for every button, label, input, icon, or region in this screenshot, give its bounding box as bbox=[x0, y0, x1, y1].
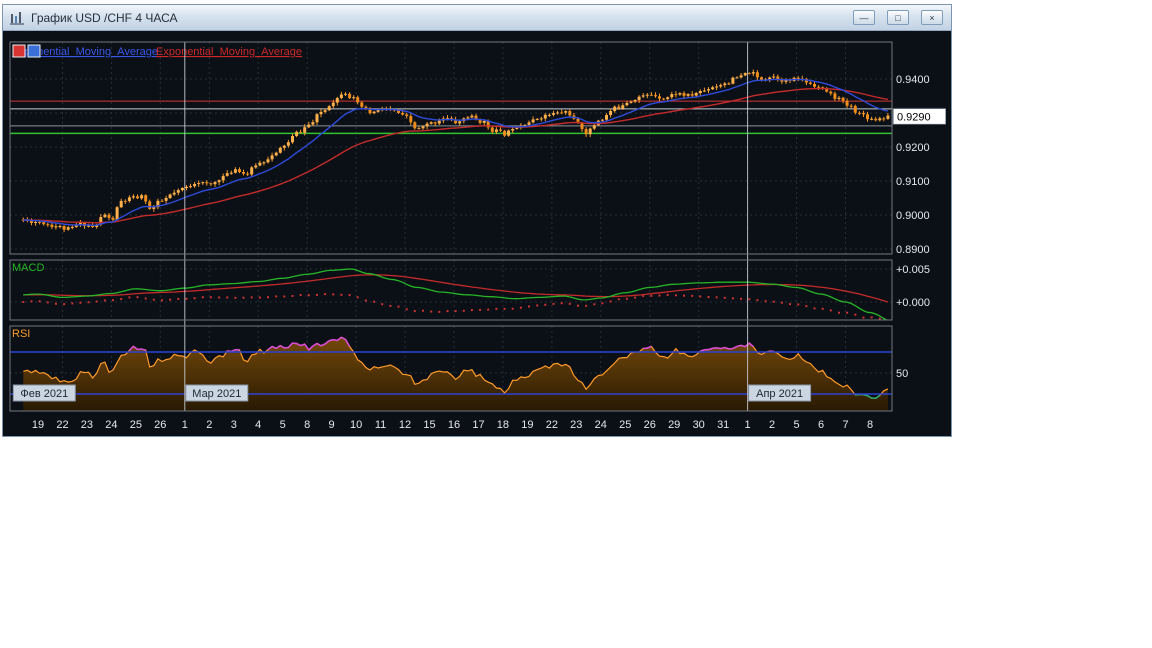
x-tick-label: 9 bbox=[329, 419, 335, 431]
x-tick-label: 31 bbox=[717, 419, 729, 431]
x-tick-label: 18 bbox=[497, 419, 509, 431]
chart-client-area: Exponential_Moving_Average Exponential_Mo… bbox=[3, 31, 951, 436]
minimize-button[interactable]: — bbox=[853, 10, 875, 25]
rsi-axis-label: 50 bbox=[896, 368, 908, 380]
window-controls: — □ × bbox=[853, 10, 943, 25]
close-button[interactable]: × bbox=[921, 10, 943, 25]
macd-label: MACD bbox=[12, 262, 44, 274]
x-tick-label: 4 bbox=[255, 419, 261, 431]
chart-window: График USD /CHF 4 ЧАСА — □ × Exponential… bbox=[2, 4, 952, 437]
rsi-label: RSI bbox=[12, 328, 30, 340]
price-axis-label: 0.9200 bbox=[896, 142, 930, 154]
x-axis: 19 22 23 24 25 26 1 2 3 4 5 8 9 10 11 12 15 16 17 18 19 22 23 2… bbox=[32, 419, 873, 431]
macd-axis-label: +0.000 bbox=[896, 297, 930, 309]
x-tick-label: 26 bbox=[644, 419, 656, 431]
legend-ema-red-label: Exponential_Moving_Average bbox=[156, 46, 302, 58]
x-tick-label: 26 bbox=[154, 419, 166, 431]
x-tick-label: 24 bbox=[105, 419, 117, 431]
x-tick-label: 8 bbox=[304, 419, 310, 431]
ema-blue-swatch-button[interactable] bbox=[27, 44, 41, 58]
x-tick-label: 15 bbox=[423, 419, 435, 431]
indicator-legend: Exponential_Moving_AverageExponential_Mo… bbox=[12, 44, 302, 58]
x-tick-label: 2 bbox=[206, 419, 212, 431]
titlebar[interactable]: График USD /CHF 4 ЧАСА — □ × bbox=[3, 5, 951, 31]
month-label: Апр 2021 bbox=[756, 388, 803, 400]
price-axis-label: 0.8900 bbox=[896, 244, 930, 256]
month-label: Мар 2021 bbox=[192, 388, 241, 400]
x-tick-label: 1 bbox=[182, 419, 188, 431]
x-tick-label: 7 bbox=[842, 419, 848, 431]
x-tick-label: 12 bbox=[399, 419, 411, 431]
x-tick-label: 1 bbox=[745, 419, 751, 431]
x-tick-label: 10 bbox=[350, 419, 362, 431]
chart-canvas[interactable]: Exponential_Moving_AverageExponential_Mo… bbox=[6, 34, 946, 434]
x-tick-label: 16 bbox=[448, 419, 460, 431]
ema-red-swatch-button[interactable] bbox=[12, 44, 26, 58]
x-tick-label: 3 bbox=[231, 419, 237, 431]
x-tick-label: 11 bbox=[375, 419, 386, 431]
x-tick-label: 24 bbox=[595, 419, 607, 431]
window-title: График USD /CHF 4 ЧАСА bbox=[31, 10, 178, 25]
x-tick-label: 8 bbox=[867, 419, 873, 431]
x-tick-label: 19 bbox=[32, 419, 44, 431]
x-tick-label: 5 bbox=[280, 419, 286, 431]
x-tick-label: 29 bbox=[668, 419, 680, 431]
x-tick-label: 5 bbox=[794, 419, 800, 431]
x-tick-label: 19 bbox=[521, 419, 533, 431]
x-tick-label: 22 bbox=[56, 419, 68, 431]
current-price-label: 0.9290 bbox=[897, 111, 931, 123]
macd-axis-label: +0.005 bbox=[896, 264, 930, 276]
maximize-button[interactable]: □ bbox=[887, 10, 909, 25]
month-label: Фев 2021 bbox=[20, 388, 68, 400]
x-tick-label: 22 bbox=[546, 419, 558, 431]
x-tick-label: 17 bbox=[472, 419, 484, 431]
x-tick-label: 25 bbox=[619, 419, 631, 431]
x-tick-label: 6 bbox=[818, 419, 824, 431]
x-tick-label: 23 bbox=[81, 419, 93, 431]
x-tick-label: 25 bbox=[130, 419, 142, 431]
x-tick-label: 2 bbox=[769, 419, 775, 431]
app-chart-icon bbox=[9, 10, 25, 26]
x-tick-label: 30 bbox=[693, 419, 705, 431]
price-axis-label: 0.9100 bbox=[896, 176, 930, 188]
price-axis-label: 0.9400 bbox=[896, 74, 930, 86]
x-tick-label: 23 bbox=[570, 419, 582, 431]
price-axis-label: 0.9000 bbox=[896, 210, 930, 222]
